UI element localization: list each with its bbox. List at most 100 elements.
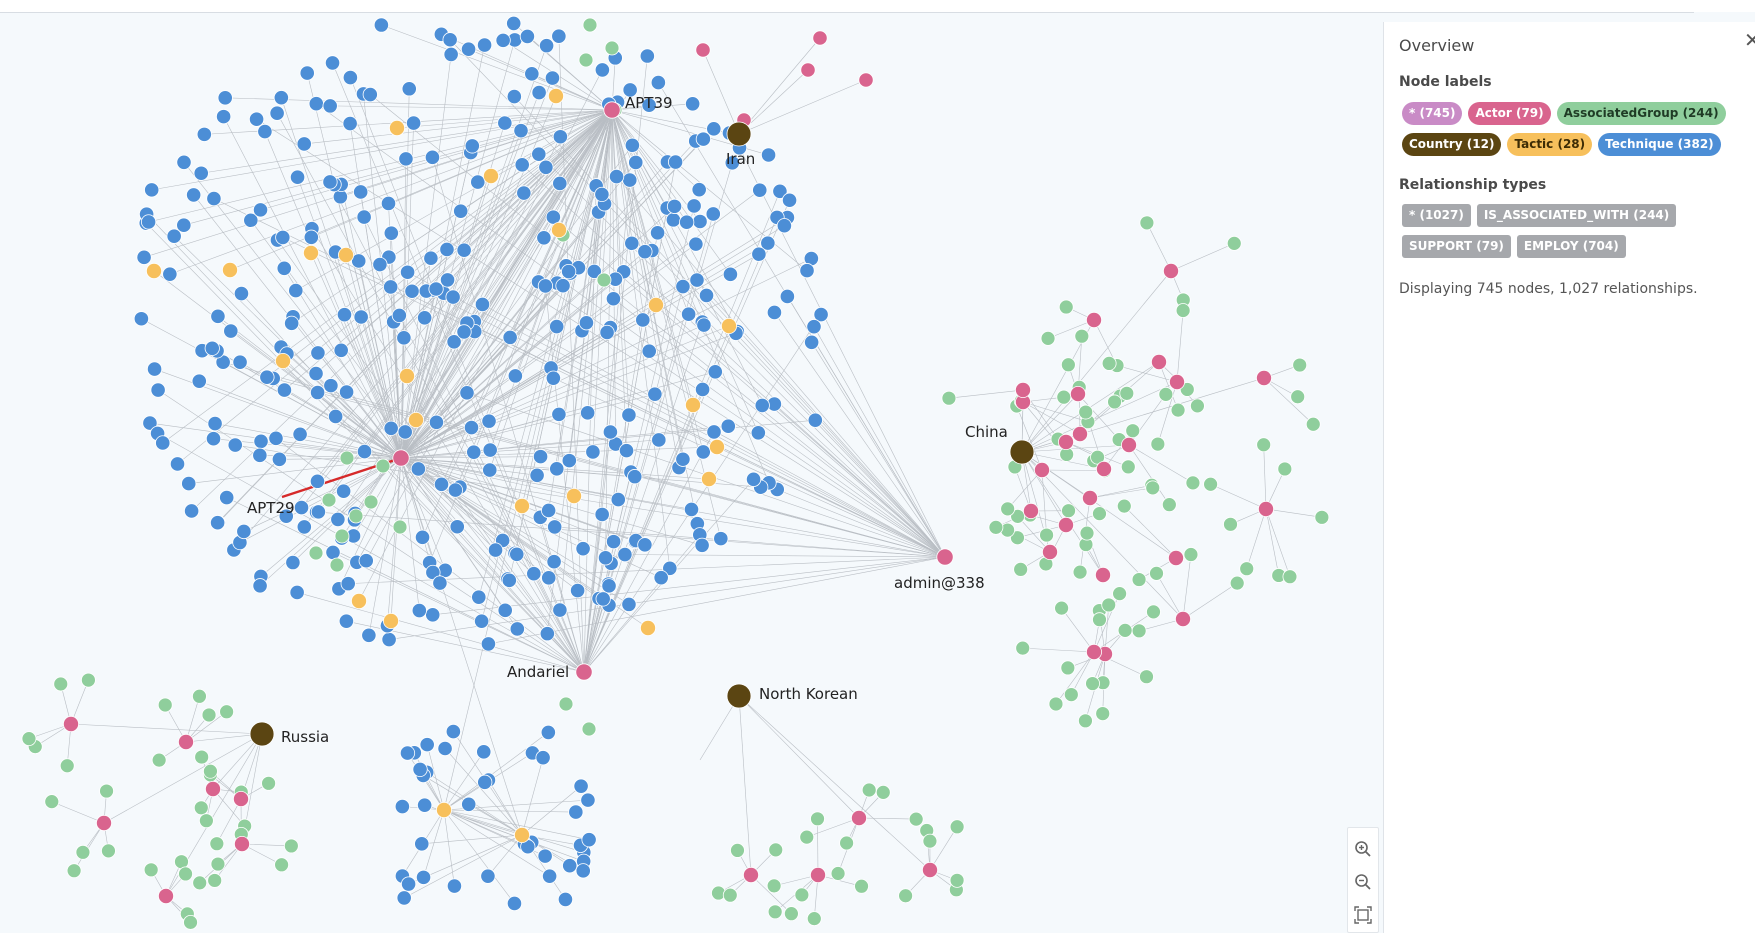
technique-node[interactable] bbox=[333, 342, 349, 358]
technique-node[interactable] bbox=[361, 627, 377, 643]
technique-node[interactable] bbox=[695, 444, 711, 460]
actor-node[interactable] bbox=[743, 867, 760, 884]
technique-node[interactable] bbox=[595, 591, 611, 607]
actor-node[interactable] bbox=[177, 734, 194, 751]
technique-node[interactable] bbox=[204, 340, 220, 356]
associated-group-node[interactable] bbox=[334, 528, 350, 544]
associated-group-node[interactable] bbox=[898, 888, 914, 904]
technique-node[interactable] bbox=[545, 370, 561, 386]
technique-node[interactable] bbox=[549, 318, 565, 335]
technique-node[interactable] bbox=[310, 384, 326, 401]
technique-node[interactable] bbox=[637, 537, 653, 553]
technique-node[interactable] bbox=[399, 745, 416, 761]
technique-node[interactable] bbox=[293, 499, 310, 516]
technique-node[interactable] bbox=[144, 182, 160, 198]
technique-node[interactable] bbox=[666, 198, 683, 214]
zoom-in-button[interactable] bbox=[1348, 834, 1378, 864]
technique-node[interactable] bbox=[210, 515, 226, 531]
technique-node[interactable] bbox=[476, 744, 492, 760]
technique-node[interactable] bbox=[322, 174, 338, 190]
technique-node[interactable] bbox=[745, 471, 762, 487]
technique-node[interactable] bbox=[383, 279, 399, 295]
associated-group-node[interactable] bbox=[578, 52, 594, 68]
associated-group-node[interactable] bbox=[81, 672, 96, 688]
technique-node[interactable] bbox=[641, 343, 657, 359]
technique-node[interactable] bbox=[497, 115, 513, 131]
associated-group-node[interactable] bbox=[1161, 497, 1177, 513]
technique-node[interactable] bbox=[681, 306, 697, 322]
associated-group-node[interactable] bbox=[1092, 506, 1107, 522]
technique-node[interactable] bbox=[310, 504, 327, 520]
technique-node[interactable] bbox=[573, 778, 589, 794]
technique-node[interactable] bbox=[205, 431, 222, 447]
tactic-node[interactable] bbox=[482, 167, 499, 184]
technique-node[interactable] bbox=[547, 519, 563, 535]
actor-node[interactable] bbox=[1086, 311, 1103, 328]
technique-node[interactable] bbox=[779, 288, 795, 305]
associated-group-node[interactable] bbox=[861, 782, 877, 798]
technique-node[interactable] bbox=[216, 109, 232, 125]
technique-node[interactable] bbox=[252, 447, 268, 463]
technique-node[interactable] bbox=[509, 546, 525, 562]
technique-node[interactable] bbox=[380, 195, 397, 212]
technique-node[interactable] bbox=[391, 307, 407, 323]
technique-node[interactable] bbox=[781, 192, 798, 208]
technique-node[interactable] bbox=[526, 566, 542, 582]
technique-node[interactable] bbox=[423, 250, 439, 266]
associated-group-node[interactable] bbox=[799, 829, 815, 845]
technique-node[interactable] bbox=[470, 174, 486, 190]
technique-node[interactable] bbox=[804, 334, 820, 350]
technique-node[interactable] bbox=[551, 406, 567, 422]
technique-node[interactable] bbox=[248, 111, 265, 127]
associated-group-node[interactable] bbox=[21, 731, 37, 747]
technique-node[interactable] bbox=[284, 315, 300, 331]
technique-node[interactable] bbox=[253, 433, 269, 449]
associated-group-node[interactable] bbox=[209, 836, 225, 852]
technique-node[interactable] bbox=[338, 613, 354, 629]
technique-node[interactable] bbox=[446, 878, 463, 894]
technique-node[interactable] bbox=[557, 891, 574, 907]
associated-group-node[interactable] bbox=[1056, 389, 1072, 405]
technique-node[interactable] bbox=[428, 281, 444, 297]
actor-node[interactable] bbox=[1121, 436, 1138, 453]
technique-node[interactable] bbox=[562, 858, 578, 874]
technique-node[interactable] bbox=[647, 386, 663, 402]
associated-group-node[interactable] bbox=[53, 676, 69, 692]
technique-node[interactable] bbox=[401, 81, 417, 97]
actor-node[interactable] bbox=[1096, 460, 1113, 477]
associated-group-node[interactable] bbox=[1139, 669, 1154, 685]
technique-node[interactable] bbox=[551, 28, 567, 44]
associated-group-node[interactable] bbox=[363, 494, 379, 510]
associated-group-node[interactable] bbox=[1060, 357, 1076, 373]
tactic-node[interactable] bbox=[382, 613, 399, 630]
technique-node[interactable] bbox=[575, 541, 591, 557]
technique-node[interactable] bbox=[561, 453, 577, 469]
country-node-iran[interactable] bbox=[726, 121, 752, 147]
associated-group-node[interactable] bbox=[1074, 328, 1090, 344]
technique-node[interactable] bbox=[410, 461, 426, 477]
technique-node[interactable] bbox=[602, 424, 619, 440]
tactic-node[interactable] bbox=[566, 487, 583, 504]
technique-node[interactable] bbox=[449, 519, 465, 535]
associated-group-node[interactable] bbox=[339, 450, 355, 466]
relationship-type-chip[interactable]: SUPPORT (79) bbox=[1402, 235, 1511, 258]
tactic-node[interactable] bbox=[640, 620, 657, 637]
actor-node[interactable] bbox=[1168, 550, 1185, 567]
technique-node[interactable] bbox=[353, 184, 369, 200]
technique-node[interactable] bbox=[227, 437, 243, 453]
actor-node[interactable] bbox=[1058, 517, 1075, 534]
actor-node[interactable] bbox=[1258, 500, 1275, 517]
technique-node[interactable] bbox=[594, 186, 610, 203]
associated-group-node[interactable] bbox=[766, 878, 782, 894]
actor-node[interactable] bbox=[1042, 544, 1059, 561]
associated-group-node[interactable] bbox=[183, 914, 198, 930]
associated-group-node[interactable] bbox=[348, 508, 364, 524]
associated-group-node[interactable] bbox=[321, 492, 337, 508]
technique-node[interactable] bbox=[707, 364, 723, 380]
tactic-node[interactable] bbox=[648, 296, 665, 313]
associated-group-node[interactable] bbox=[596, 272, 612, 288]
associated-group-node[interactable] bbox=[143, 862, 159, 878]
associated-group-node[interactable] bbox=[1314, 509, 1330, 525]
technique-node[interactable] bbox=[617, 546, 633, 563]
technique-node[interactable] bbox=[223, 323, 239, 339]
